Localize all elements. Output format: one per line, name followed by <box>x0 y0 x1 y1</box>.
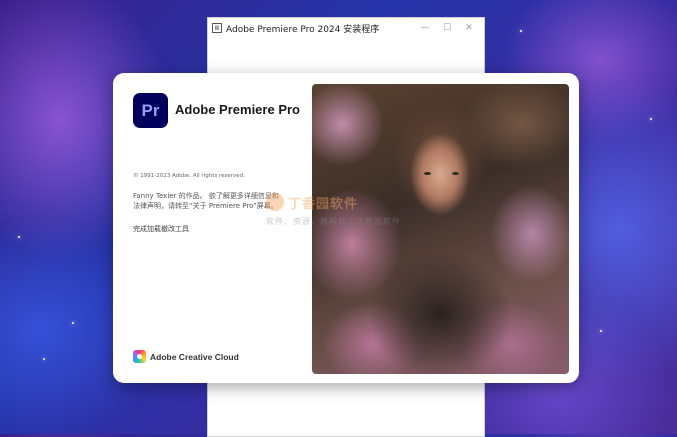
star-decoration <box>43 358 45 360</box>
watermark: 丁香园软件 软件、资源、教程就上丁香园软件 <box>266 193 401 227</box>
app-icon: Ⅲ <box>212 23 222 33</box>
creative-cloud-label: Adobe Creative Cloud <box>150 351 239 362</box>
watermark-logo-icon <box>266 193 284 211</box>
splash-screen: Pr Adobe Premiere Pro © 1991-2023 Adobe.… <box>113 73 579 383</box>
star-decoration <box>18 236 20 238</box>
star-decoration <box>520 30 522 32</box>
watermark-subtitle: 软件、资源、教程就上丁香园软件 <box>266 217 401 226</box>
loading-status-text: 完成加载撤改工具 <box>133 225 189 233</box>
installer-titlebar[interactable]: Ⅲ Adobe Premiere Pro 2024 安装程序 — ☐ ✕ <box>208 18 484 38</box>
artwork-detail <box>424 172 431 175</box>
watermark-title: 丁香园软件 <box>288 197 359 212</box>
minimize-button[interactable]: — <box>414 23 436 33</box>
copyright-text: © 1991-2023 Adobe. All rights reserved. <box>133 173 245 179</box>
installer-title: Adobe Premiere Pro 2024 安装程序 <box>226 24 380 35</box>
creative-cloud-icon <box>133 350 146 363</box>
premiere-pro-logo-icon: Pr <box>133 93 168 128</box>
close-button[interactable]: ✕ <box>458 23 480 33</box>
star-decoration <box>650 118 652 120</box>
star-decoration <box>72 322 74 324</box>
maximize-button[interactable]: ☐ <box>436 23 458 33</box>
artwork-credit-text: Fanny Texier 的作品。 欲了解更多详细信息和法律声明，请转至“关于 … <box>133 192 279 210</box>
product-name: Adobe Premiere Pro <box>175 102 300 117</box>
splash-artwork-image <box>312 84 569 374</box>
artwork-detail <box>452 172 459 175</box>
star-decoration <box>600 330 602 332</box>
creative-cloud-branding: Adobe Creative Cloud <box>133 350 239 363</box>
